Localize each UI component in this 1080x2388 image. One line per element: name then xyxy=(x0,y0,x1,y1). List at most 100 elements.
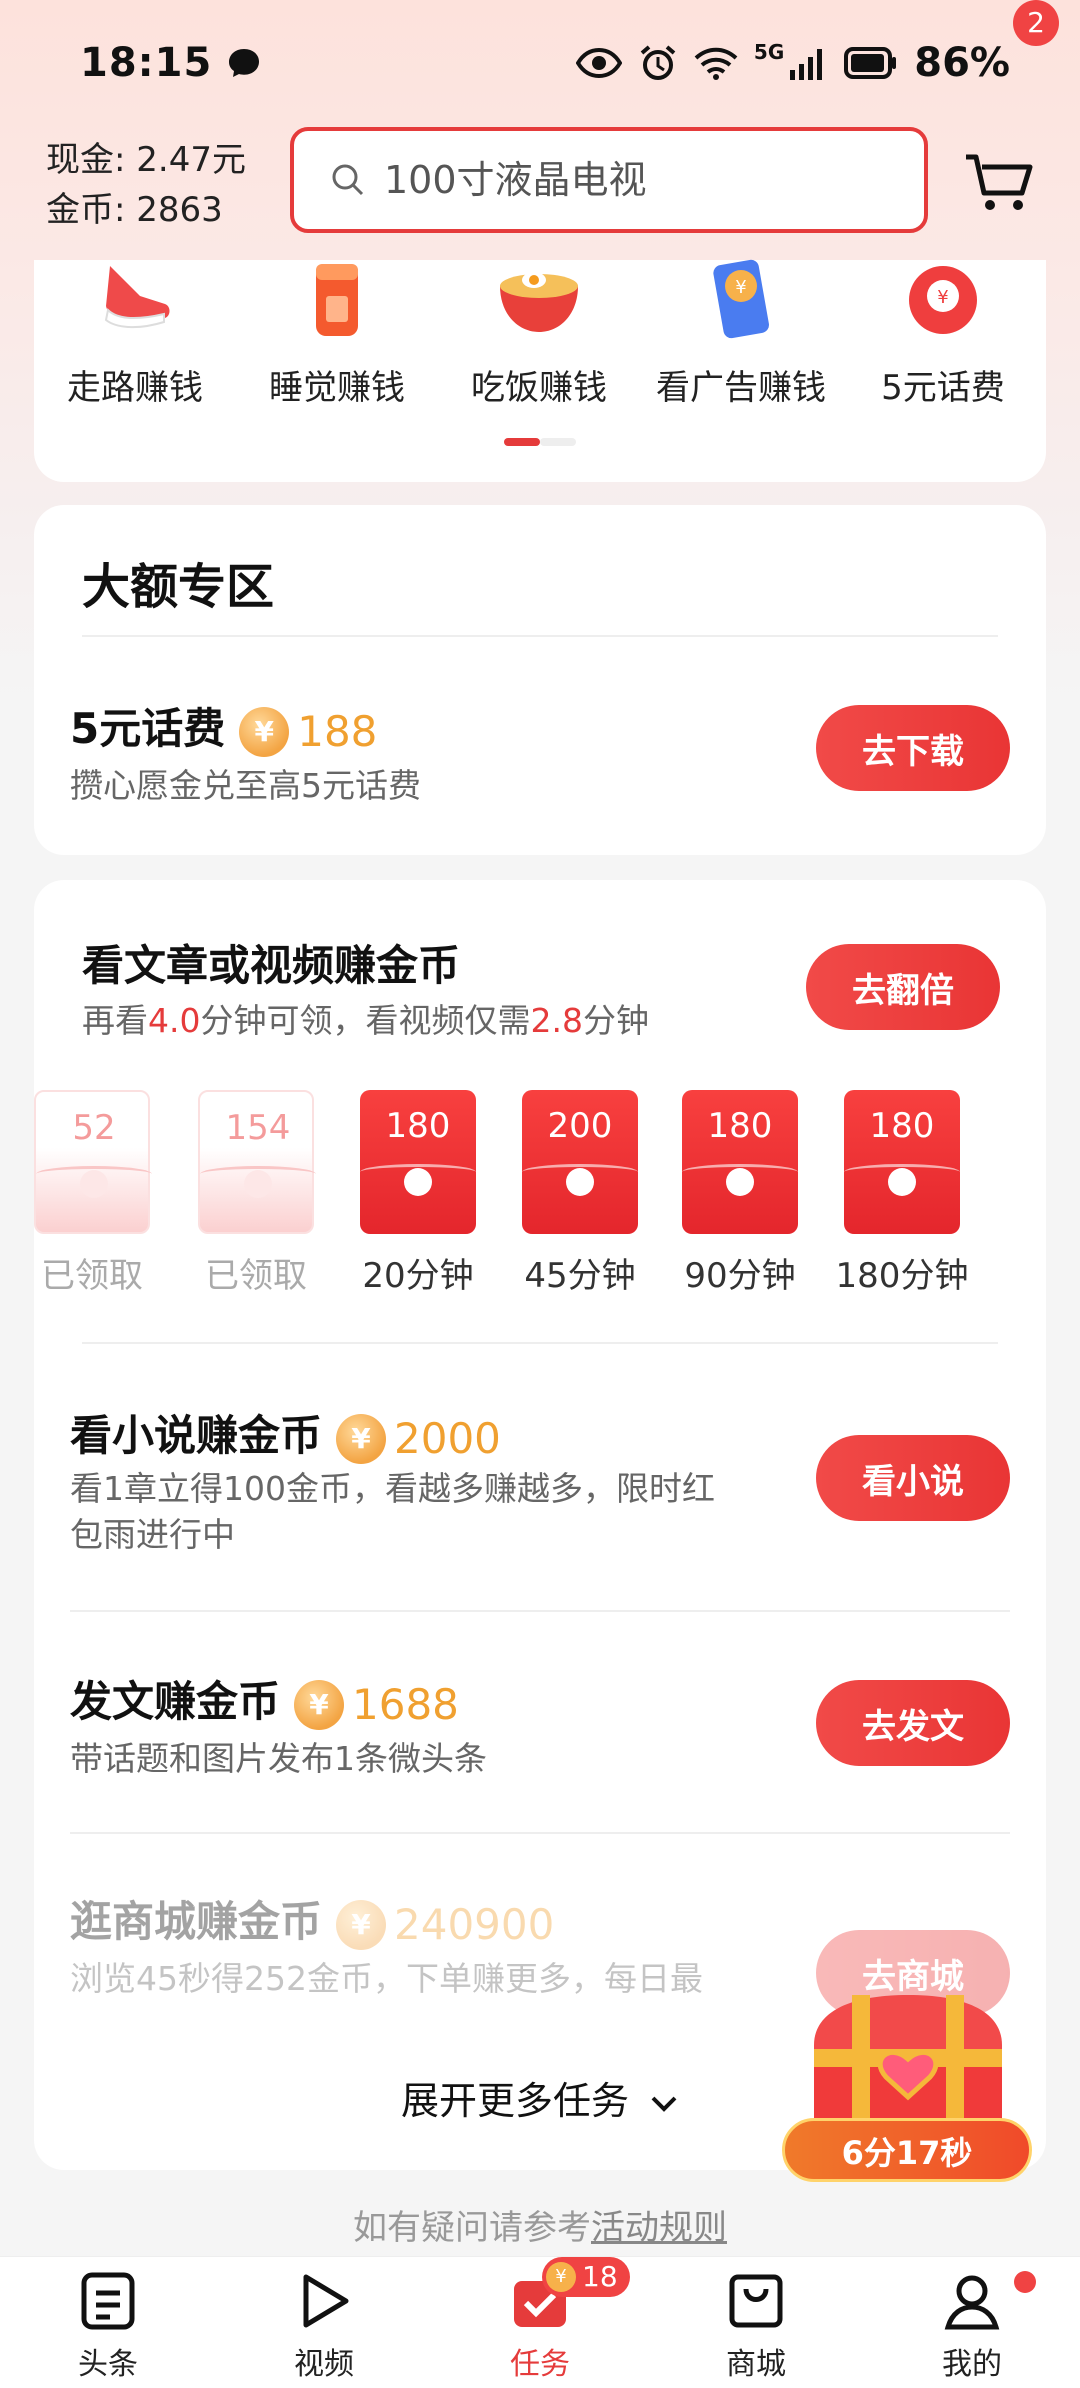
task-name: 看小说赚金币 xyxy=(70,1411,323,1460)
double-coins-button[interactable]: 去翻倍 xyxy=(806,944,1000,1030)
divider xyxy=(70,1610,1010,1612)
desc-line: 包雨进行中 xyxy=(70,1515,235,1554)
envelope-amount: 180 xyxy=(869,1106,935,1146)
tab-mall[interactable]: 商城 xyxy=(648,2257,864,2388)
envelope-row: 52 已领取 154 已领取 180 20分钟 200 45分钟 180 90分… xyxy=(34,1090,1046,1320)
minutes-remaining: 4.0 xyxy=(148,1001,201,1040)
sneaker-icon xyxy=(104,266,170,328)
coin-amount: 1688 xyxy=(352,1680,459,1729)
download-button[interactable]: 去下载 xyxy=(816,705,1010,791)
svg-text:¥: ¥ xyxy=(735,277,746,298)
red-envelope[interactable]: 200 xyxy=(522,1090,638,1234)
task-name: 发文赚金币 xyxy=(70,1677,281,1726)
wallet-summary[interactable]: 现金: 2.47元 金币: 2863 xyxy=(46,135,246,235)
noodle-bowl-icon xyxy=(500,272,578,332)
envelope-amount: 154 xyxy=(225,1108,291,1148)
coin-amount: 188 xyxy=(297,707,378,756)
cart-icon[interactable] xyxy=(960,143,1040,223)
envelope-label: 已领取 xyxy=(205,1256,307,1296)
activity-rules-link[interactable]: 活动规则 xyxy=(591,2208,727,2248)
profile-icon xyxy=(944,2275,1000,2330)
header: 现金: 2.47元 金币: 2863 xyxy=(0,125,1080,245)
desc-text: 再看 xyxy=(82,1001,148,1040)
tab-tasks[interactable]: ¥18 任务 xyxy=(432,2257,648,2388)
eye-icon xyxy=(575,47,622,78)
task-name: 5元话费 xyxy=(70,704,226,753)
earn-item-phone-credit[interactable]: ¥ 5元话费 xyxy=(842,260,1044,420)
article-task-desc: 再看4.0分钟可领，看视频仅需2.8分钟 xyxy=(82,998,649,1044)
task-title: 看小说赚金币 ¥2000 xyxy=(70,1402,501,1464)
divider xyxy=(82,1342,998,1344)
earn-item-label: 5元话费 xyxy=(881,368,1005,408)
divider xyxy=(70,1832,1010,1834)
coin-icon: ¥ xyxy=(546,2262,576,2292)
rules-note-text: 如有疑问请参考 xyxy=(353,2208,591,2248)
red-envelope[interactable]: 180 xyxy=(682,1090,798,1234)
red-envelope[interactable]: 180 xyxy=(360,1090,476,1234)
tab-label: 头条 xyxy=(78,2347,138,2382)
earn-item-sleep[interactable]: 睡觉赚钱 xyxy=(236,260,438,420)
chest-timer[interactable]: 6分17秒 xyxy=(782,2118,1032,2182)
tasks-card: 看文章或视频赚金币 再看4.0分钟可领，看视频仅需2.8分钟 去翻倍 52 已领… xyxy=(34,880,1046,2170)
divider xyxy=(82,635,998,637)
envelope-label: 90分钟 xyxy=(684,1256,796,1296)
envelope-label: 180分钟 xyxy=(835,1256,969,1296)
search-icon xyxy=(332,164,364,196)
tab-label: 我的 xyxy=(942,2347,1002,2382)
red-coin-bag-icon: ¥ xyxy=(909,266,977,334)
earn-item-ads[interactable]: ¥ 看广告赚钱 xyxy=(640,259,842,420)
big-zone-card: 大额专区 5元话费 ¥188 攒心愿金兑至高5元话费 去下载 xyxy=(34,505,1046,855)
tab-video[interactable]: 视频 xyxy=(216,2257,432,2388)
tab-headlines[interactable]: 头条 xyxy=(0,2257,216,2388)
desc-text: 分钟可领，看视频仅需 xyxy=(200,1001,531,1040)
cash-balance: 现金: 2.47元 xyxy=(46,140,246,180)
tab-label: 任务 xyxy=(510,2347,570,2382)
task-title: 逛商城赚金币 ¥240900 xyxy=(70,1888,554,1950)
tab-profile[interactable]: 我的 xyxy=(864,2257,1080,2388)
svg-text:¥: ¥ xyxy=(937,287,948,308)
search-box[interactable] xyxy=(290,127,928,233)
task-desc: 带话题和图片发布1条微头条 xyxy=(70,1739,487,1778)
cart-badge: 2 xyxy=(1013,0,1059,46)
envelope-amount: 52 xyxy=(72,1108,116,1148)
earn-ways-card: 走路赚钱 睡觉赚钱 吃饭赚钱 ¥ 看广告赚钱 ¥ 5元话费 xyxy=(34,259,1046,482)
page-indicator xyxy=(504,438,576,446)
envelope-label: 已领取 xyxy=(41,1256,143,1296)
earn-item-walk[interactable]: 走路赚钱 xyxy=(34,260,236,420)
gold-balance: 金币: 2863 xyxy=(46,190,223,230)
post-button[interactable]: 去发文 xyxy=(816,1680,1010,1766)
badge-count: 18 xyxy=(582,2260,618,2293)
earn-item-label: 走路赚钱 xyxy=(67,368,203,408)
coin-icon: ¥ xyxy=(294,1679,345,1730)
envelope-label: 45分钟 xyxy=(524,1256,636,1296)
rules-note: 如有疑问请参考活动规则 xyxy=(0,2200,1080,2249)
coin-icon: ¥ xyxy=(336,1899,387,1950)
big-zone-title: 大额专区 xyxy=(82,559,275,615)
desc-line: 看1章立得100金币，看越多赚越多，限时红 xyxy=(70,1469,715,1508)
battery-icon xyxy=(844,46,897,79)
earn-item-label: 睡觉赚钱 xyxy=(269,368,405,408)
envelope-amount: 180 xyxy=(385,1106,451,1146)
read-novel-button[interactable]: 看小说 xyxy=(816,1435,1010,1521)
page-dot-active xyxy=(504,438,540,446)
envelope-amount: 200 xyxy=(547,1106,613,1146)
task-desc: 看1章立得100金币，看越多赚越多，限时红 包雨进行中 xyxy=(70,1466,715,1558)
earn-item-label: 看广告赚钱 xyxy=(656,368,826,408)
battery-percent: 86% xyxy=(914,39,1010,86)
news-icon xyxy=(81,2272,135,2330)
tasks-coin-badge: ¥18 xyxy=(542,2257,630,2297)
article-task-title: 看文章或视频赚金币 xyxy=(82,941,461,990)
task-title: 发文赚金币 ¥1688 xyxy=(70,1668,459,1730)
search-input[interactable] xyxy=(384,158,884,202)
status-time: 18:15 xyxy=(80,39,213,86)
coin-icon: ¥ xyxy=(239,706,290,757)
red-envelope[interactable]: 180 xyxy=(844,1090,960,1234)
wifi-icon xyxy=(694,47,738,80)
envelope-label: 20分钟 xyxy=(362,1256,474,1296)
video-minutes: 2.8 xyxy=(530,1001,583,1040)
task-name: 逛商城赚金币 xyxy=(70,1897,323,1946)
earn-item-eat[interactable]: 吃饭赚钱 xyxy=(438,260,640,420)
network-type: 5G xyxy=(753,39,785,64)
chevron-down-icon xyxy=(651,2096,677,2112)
coin-amount: 240900 xyxy=(394,1900,555,1949)
